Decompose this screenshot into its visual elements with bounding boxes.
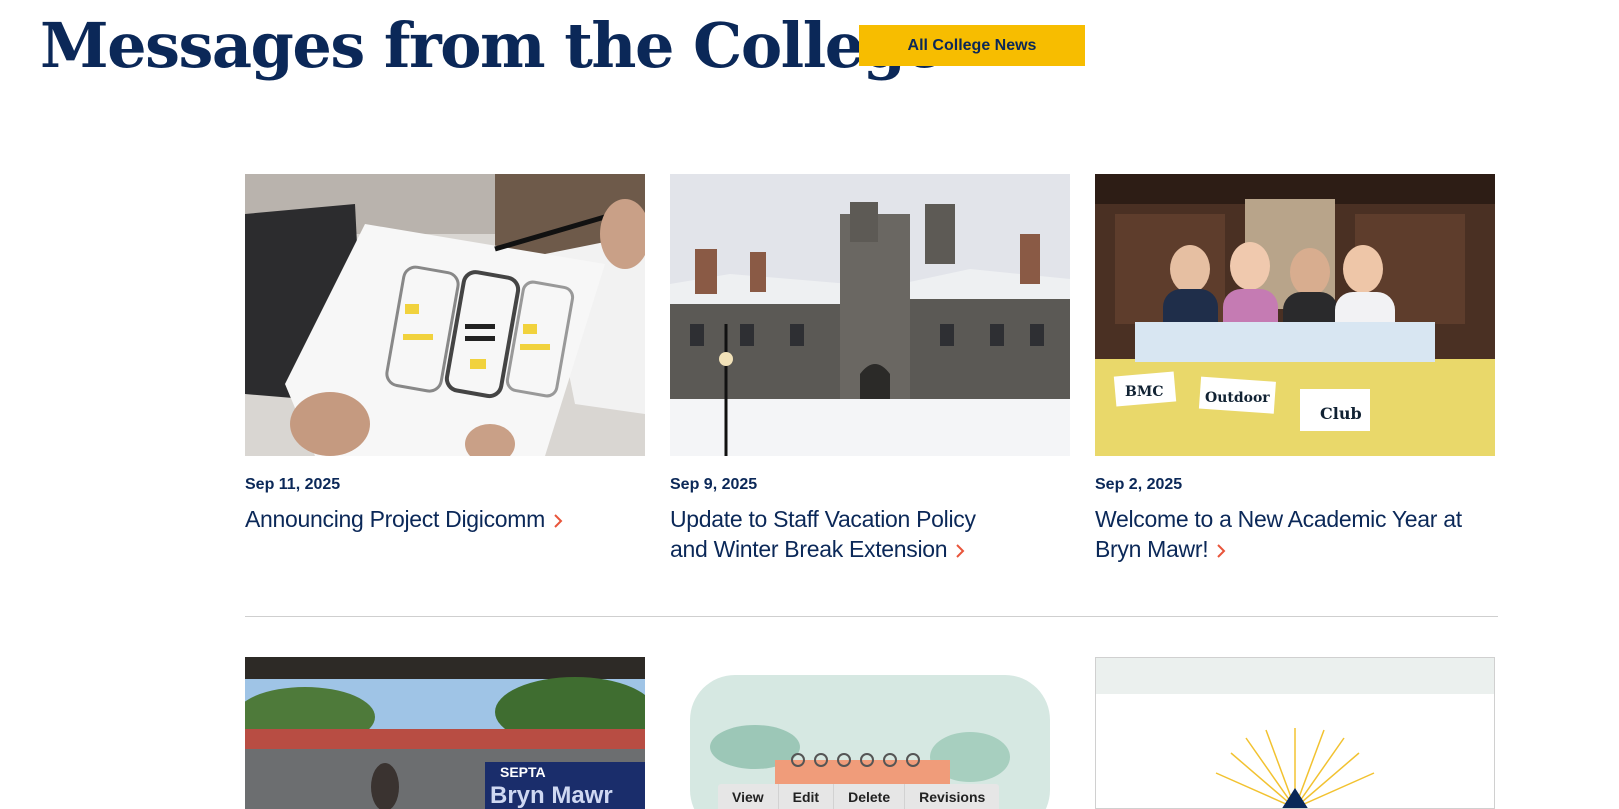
news-card-4-image[interactable]: SEPTA Bryn Mawr bbox=[245, 657, 645, 809]
septa-sign: SEPTA bbox=[500, 764, 546, 780]
page-title: Messages from the College bbox=[40, 9, 944, 82]
article-image-students[interactable]: BMC Outdoor Club bbox=[1095, 174, 1495, 456]
article-date: Sep 11, 2025 bbox=[245, 476, 341, 493]
article-link[interactable]: Welcome to a New Academic Year at Bryn M… bbox=[1095, 504, 1465, 566]
station-name: Bryn Mawr bbox=[490, 782, 613, 809]
admin-tabs: View Edit Delete Revisions bbox=[718, 784, 1000, 809]
article-title: Welcome to a New Academic Year at Bryn M… bbox=[1095, 506, 1462, 562]
tab-revisions[interactable]: Revisions bbox=[905, 784, 999, 809]
article-title: Announcing Project Digicomm bbox=[245, 506, 545, 532]
club-sign-outdoor: Outdoor bbox=[1205, 390, 1270, 406]
article-link[interactable]: Update to Staff Vacation Policy and Wint… bbox=[670, 504, 1000, 566]
all-college-news-button[interactable]: All College News bbox=[859, 25, 1085, 66]
club-sign-bmc: BMC bbox=[1125, 384, 1163, 400]
section-divider bbox=[245, 616, 1498, 617]
article-link[interactable]: Announcing Project Digicomm bbox=[245, 504, 645, 536]
tab-delete[interactable]: Delete bbox=[834, 784, 906, 809]
article-date: Sep 2, 2025 bbox=[1095, 476, 1183, 493]
article-image-wireframe[interactable] bbox=[245, 174, 645, 456]
article-image-stone-hall[interactable] bbox=[670, 174, 1070, 456]
chevron-right-icon bbox=[955, 536, 965, 566]
chevron-right-icon bbox=[1216, 536, 1226, 566]
article-date: Sep 9, 2025 bbox=[670, 476, 758, 493]
tab-edit[interactable]: Edit bbox=[779, 784, 835, 809]
news-card-6-image[interactable] bbox=[1095, 657, 1495, 809]
tab-view[interactable]: View bbox=[718, 784, 779, 809]
article-title: Update to Staff Vacation Policy and Wint… bbox=[670, 506, 976, 562]
club-sign-club: Club bbox=[1320, 404, 1362, 423]
chevron-right-icon bbox=[553, 506, 563, 536]
